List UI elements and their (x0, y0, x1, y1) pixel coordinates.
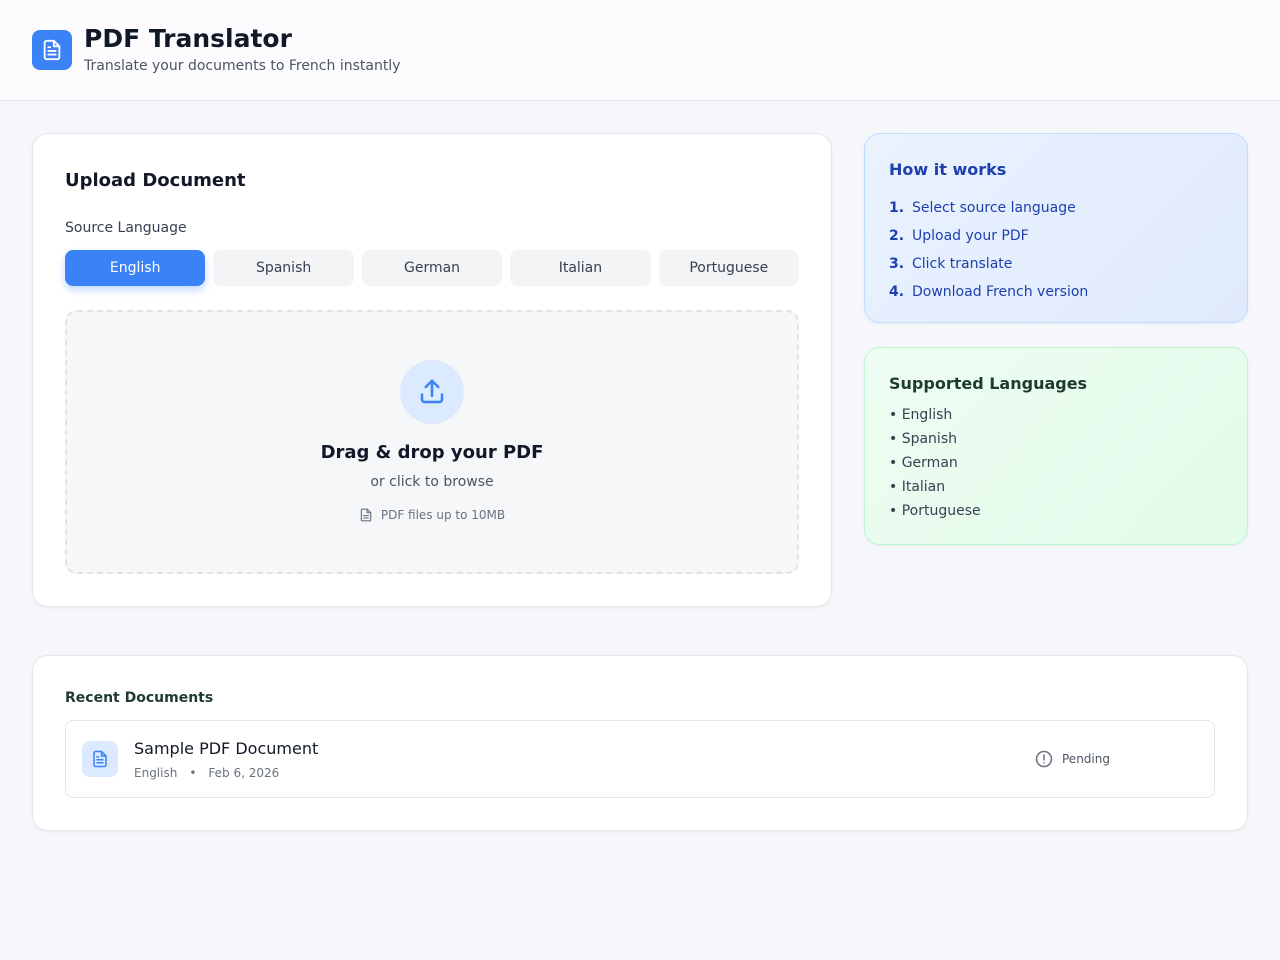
language-button-spanish[interactable]: Spanish (213, 250, 354, 286)
upload-card: Upload Document Source Language English … (32, 133, 832, 607)
app-title: PDF Translator (84, 24, 292, 53)
dropzone-title: Drag & drop your PDF (320, 442, 544, 463)
meta-separator: • (189, 766, 197, 780)
document-meta: English • Feb 6, 2026 (134, 766, 279, 780)
how-it-works-steps: 1. Select source language 2. Upload your P… (889, 194, 1088, 306)
source-language-label: Source Language (65, 220, 187, 236)
list-item: • Italian (889, 479, 946, 495)
document-icon (32, 30, 72, 70)
upload-title: Upload Document (65, 170, 246, 191)
step-item: 2. Upload your PDF (889, 228, 1029, 244)
list-item: • Portuguese (889, 503, 981, 519)
language-button-german[interactable]: German (361, 250, 503, 286)
step-item: 4. Download French version (889, 284, 1089, 300)
upload-icon (400, 360, 464, 424)
status-text: Pending (1062, 752, 1110, 766)
list-item: • German (889, 455, 958, 471)
recent-documents-card: Recent Documents Sample PDF Document Eng… (32, 655, 1248, 831)
app-header: PDF Translator Translate your documents … (0, 0, 1280, 101)
supported-languages-list: • English • Spanish • German • Italian •… (889, 403, 981, 523)
step-item: 3. Click translate (889, 256, 1013, 272)
dropzone-subtitle: or click to browse (370, 474, 494, 490)
document-date: Feb 6, 2026 (208, 766, 280, 780)
document-name: Sample PDF Document (134, 739, 319, 758)
language-button-italian[interactable]: Italian (510, 250, 651, 286)
how-it-works-card: How it works 1. Select source language 2.… (864, 133, 1248, 323)
source-language-selector: English Spanish German Italian Portugues… (65, 250, 800, 286)
recent-documents-title: Recent Documents (65, 690, 214, 706)
clock-alert-icon (1035, 750, 1053, 768)
how-it-works-title: How it works (889, 160, 1007, 179)
supported-languages-card: Supported Languages • English • Spanish … (864, 347, 1248, 545)
language-button-english[interactable]: English (65, 250, 206, 286)
dropzone-hint-text: PDF files up to 10MB (380, 508, 506, 522)
status-badge: Pending (1034, 749, 1110, 769)
step-item: 1. Select source language (889, 200, 1076, 216)
list-item: • Spanish (889, 431, 957, 447)
document-icon (82, 741, 118, 777)
document-language: English (134, 766, 178, 780)
supported-languages-title: Supported Languages (889, 374, 1088, 393)
document-row[interactable]: Sample PDF Document English • Feb 6, 202… (65, 720, 1215, 798)
dropzone-hint: PDF files up to 10MB (67, 508, 797, 522)
language-button-portuguese[interactable]: Portuguese (658, 250, 800, 286)
list-item: • English (889, 407, 953, 423)
pdf-dropzone[interactable]: Drag & drop your PDF or click to browse … (65, 310, 799, 574)
file-icon (360, 508, 372, 522)
app-subtitle: Translate your documents to French insta… (84, 58, 401, 74)
